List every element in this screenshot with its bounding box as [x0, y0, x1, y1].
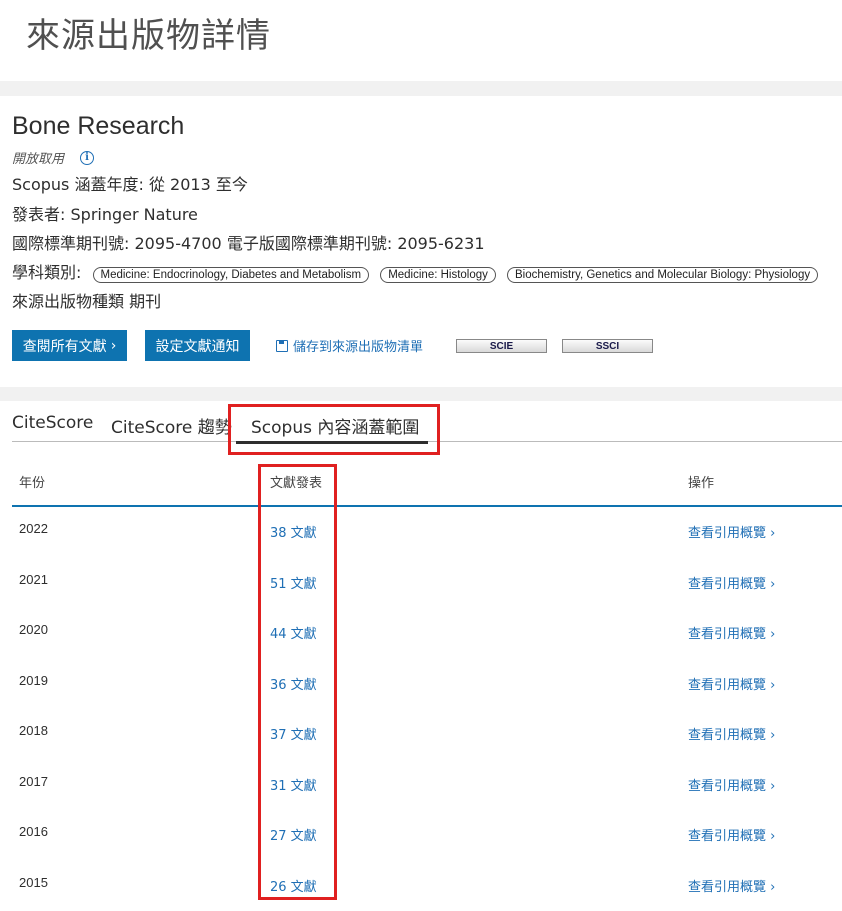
row-year: 2017 [19, 774, 48, 789]
citation-overview-link[interactable]: 查看引用概覽 › [688, 825, 775, 844]
chevron-right-icon: › [770, 779, 775, 794]
table-row: 2020 44 文獻 查看引用概覽 › [0, 608, 842, 659]
eissn-label: 電子版國際標準期刊號: [227, 234, 392, 253]
ssci-badge: SSCI [562, 339, 653, 353]
scie-badge: SCIE [456, 339, 547, 353]
chevron-right-icon: › [770, 577, 775, 592]
subject-chip[interactable]: Medicine: Histology [380, 267, 496, 283]
coverage-value: 從 2013 至今 [149, 175, 248, 194]
citation-overview-link[interactable]: 查看引用概覽 › [688, 674, 775, 693]
citation-overview-label: 查看引用概覽 [688, 627, 766, 642]
publisher-label: 發表者: [12, 205, 65, 224]
set-document-alert-label: 設定文獻通知 [156, 336, 240, 356]
column-header-year: 年份 [19, 472, 45, 491]
citation-overview-label: 查看引用概覽 [688, 678, 766, 693]
row-year: 2015 [19, 875, 48, 890]
section-divider [0, 81, 842, 96]
row-year: 2022 [19, 521, 48, 536]
chevron-right-icon: › [770, 880, 775, 895]
tab-citescore-trend[interactable]: CiteScore 趨勢 [111, 413, 232, 438]
table-row: 2018 37 文獻 查看引用概覽 › [0, 709, 842, 760]
subject-label: 學科類別: [12, 263, 81, 282]
table-row: 2019 36 文獻 查看引用概覽 › [0, 659, 842, 710]
row-year: 2018 [19, 723, 48, 738]
open-access-label: 開放取用 [12, 148, 64, 167]
citation-overview-link[interactable]: 查看引用概覽 › [688, 623, 775, 642]
subject-chip[interactable]: Medicine: Endocrinology, Diabetes and Me… [93, 267, 370, 283]
table-row: 2022 38 文獻 查看引用概覽 › [0, 507, 842, 558]
citation-overview-label: 查看引用概覽 [688, 728, 766, 743]
info-icon[interactable]: i [80, 151, 94, 165]
citation-overview-label: 查看引用概覽 [688, 829, 766, 844]
citation-overview-link[interactable]: 查看引用概覽 › [688, 775, 775, 794]
source-type-value: 期刊 [129, 292, 161, 311]
page-title: 來源出版物詳情 [26, 8, 271, 57]
chevron-right-icon: › [111, 338, 117, 354]
publisher-value: Springer Nature [71, 205, 198, 224]
chevron-right-icon: › [770, 829, 775, 844]
citation-overview-label: 查看引用概覽 [688, 880, 766, 895]
source-type-line: 來源出版物種類 期刊 [12, 288, 161, 312]
citation-overview-link[interactable]: 查看引用概覽 › [688, 573, 775, 592]
chevron-right-icon: › [770, 728, 775, 743]
table-row: 2016 27 文獻 查看引用概覽 › [0, 810, 842, 861]
view-all-documents-label: 查閱所有文獻 [23, 336, 107, 356]
column-header-actions: 操作 [688, 472, 714, 491]
chevron-right-icon: › [770, 526, 775, 541]
tab-citescore[interactable]: CiteScore [12, 413, 93, 433]
table-row: 2015 26 文獻 查看引用概覽 › [0, 861, 842, 911]
chevron-right-icon: › [770, 627, 775, 642]
eissn-value: 2095-6231 [397, 234, 484, 253]
citation-overview-label: 查看引用概覽 [688, 577, 766, 592]
save-to-source-list-link[interactable]: 儲存到來源出版物清單 [276, 336, 423, 355]
citation-overview-link[interactable]: 查看引用概覽 › [688, 876, 775, 895]
citation-overview-label: 查看引用概覽 [688, 526, 766, 541]
view-all-documents-button[interactable]: 查閱所有文獻 › [12, 330, 127, 361]
chevron-right-icon: › [770, 678, 775, 693]
table-row: 2017 31 文獻 查看引用概覽 › [0, 760, 842, 811]
issn-line: 國際標準期刊號: 2095-4700 電子版國際標準期刊號: 2095-6231 [12, 230, 485, 254]
set-document-alert-button[interactable]: 設定文獻通知 [145, 330, 250, 361]
citation-overview-link[interactable]: 查看引用概覽 › [688, 724, 775, 743]
save-icon [276, 340, 288, 352]
source-type-label: 來源出版物種類 [12, 292, 124, 311]
issn-value: 2095-4700 [135, 234, 222, 253]
citation-overview-link[interactable]: 查看引用概覽 › [688, 522, 775, 541]
row-year: 2016 [19, 824, 48, 839]
subject-line: 學科類別: Medicine: Endocrinology, Diabetes … [12, 259, 818, 283]
save-to-source-list-label: 儲存到來源出版物清單 [293, 336, 423, 355]
highlight-box-documents-column [258, 464, 337, 900]
open-access-row: 開放取用 i [12, 148, 94, 167]
source-title: Bone Research [12, 112, 184, 141]
table-row: 2021 51 文獻 查看引用概覽 › [0, 558, 842, 609]
citation-overview-label: 查看引用概覽 [688, 779, 766, 794]
row-year: 2020 [19, 622, 48, 637]
coverage-label: Scopus 涵蓋年度: [12, 175, 144, 194]
subject-chip[interactable]: Biochemistry, Genetics and Molecular Bio… [507, 267, 818, 283]
highlight-box-tab [228, 404, 440, 455]
issn-label: 國際標準期刊號: [12, 234, 129, 253]
publisher-line: 發表者: Springer Nature [12, 201, 198, 225]
coverage-table: 2022 38 文獻 查看引用概覽 › 2021 51 文獻 查看引用概覽 › … [0, 507, 842, 911]
row-year: 2021 [19, 572, 48, 587]
section-divider [0, 387, 842, 401]
row-year: 2019 [19, 673, 48, 688]
coverage-line: Scopus 涵蓋年度: 從 2013 至今 [12, 171, 248, 195]
